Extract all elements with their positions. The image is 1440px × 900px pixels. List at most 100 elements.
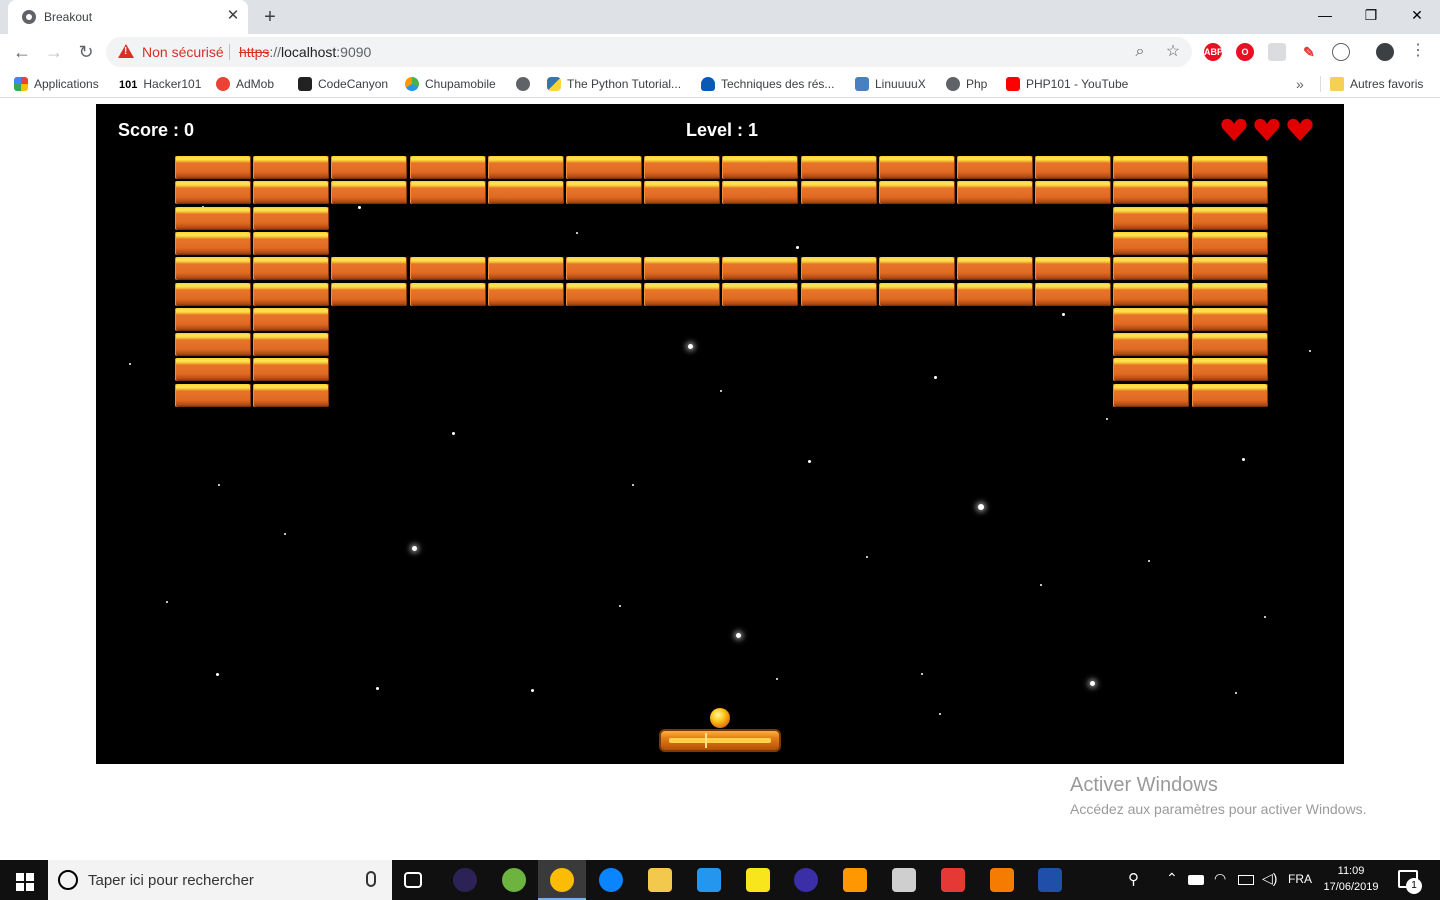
adblock-plus-icon[interactable]: ABP <box>1204 43 1223 61</box>
heart-icon <box>1287 118 1313 141</box>
brick <box>175 257 251 281</box>
eclipse-purple-icon[interactable] <box>794 868 819 892</box>
brick <box>253 358 330 382</box>
brick <box>644 257 721 281</box>
brick <box>487 181 564 205</box>
bookmark-globe[interactable] <box>516 76 536 92</box>
brick <box>487 156 564 179</box>
language-indicator[interactable]: FRA <box>1288 872 1312 886</box>
brick <box>1035 181 1112 205</box>
sticky-notes-icon[interactable] <box>745 868 770 892</box>
system-clock[interactable]: 11:09 17/06/2019 <box>1318 863 1384 895</box>
restore-button[interactable]: ❐ <box>1348 0 1394 30</box>
bookmark-linuuuux[interactable]: LinuuuuX <box>855 76 926 92</box>
bookmark-php[interactable]: Php <box>946 76 987 92</box>
bookmark-applications[interactable]: Applications <box>14 76 99 92</box>
battery-icon[interactable] <box>1238 875 1254 885</box>
star <box>452 432 455 435</box>
star <box>412 546 417 551</box>
star <box>358 206 361 209</box>
extension-icon[interactable] <box>1268 43 1286 61</box>
volume-icon[interactable]: ◁) <box>1262 870 1277 887</box>
bookmark-label: Applications <box>34 77 99 91</box>
taskbar-search[interactable]: Taper ici pour rechercher <box>48 860 392 900</box>
powershell-icon[interactable] <box>1038 868 1063 892</box>
breakout-canvas[interactable]: Score : 0 Level : 1 <box>96 104 1344 764</box>
brick <box>409 156 486 179</box>
docker-icon[interactable] <box>696 868 721 892</box>
brick <box>800 181 877 205</box>
brick <box>722 257 799 281</box>
new-tab-button[interactable]: + <box>258 6 282 28</box>
bookmark-hacker101[interactable]: 101 Hacker101 <box>119 76 201 92</box>
gmail-like-icon[interactable] <box>940 868 965 892</box>
brick <box>175 231 251 255</box>
grafana-like-icon[interactable] <box>989 868 1014 892</box>
paddle[interactable] <box>659 729 781 752</box>
star <box>1264 616 1266 618</box>
file-explorer-icon[interactable] <box>648 868 672 892</box>
globe-icon <box>22 10 36 24</box>
url-host: localhost <box>281 44 337 60</box>
warning-icon[interactable] <box>118 44 134 58</box>
show-hidden-icons-icon[interactable]: ⌃ <box>1166 870 1178 887</box>
bookmark-python-tutorial[interactable]: The Python Tutorial... <box>547 76 681 92</box>
forward-button[interactable]: → <box>42 41 66 63</box>
bookmark-label: Chupamobile <box>425 77 496 91</box>
profile-avatar[interactable] <box>1376 43 1394 61</box>
opera-vpn-icon[interactable]: O <box>1236 43 1254 61</box>
spring-tools-icon[interactable] <box>501 868 526 892</box>
brick <box>331 282 408 306</box>
url-separator: :// <box>269 44 282 60</box>
url-text[interactable]: https://localhost:9090 <box>239 44 371 60</box>
brick <box>253 231 330 255</box>
bookmarks-overflow-button[interactable]: » <box>1296 76 1304 92</box>
bookmark-php101-youtube[interactable]: PHP101 - YouTube <box>1006 76 1128 92</box>
address-bar[interactable]: Non sécurisé https://localhost:9090 ⌕ ☆ <box>106 37 1192 67</box>
bookmark-label: Php <box>966 77 988 91</box>
bookmark-codecanyon[interactable]: CodeCanyon <box>298 76 388 92</box>
microphone-icon[interactable] <box>366 871 376 887</box>
page-content: Score : 0 Level : 1 Activer Windows Accé… <box>0 98 1440 860</box>
bookmark-label: LinuuuuX <box>875 77 926 91</box>
star <box>1106 418 1108 420</box>
tab-breakout[interactable]: Breakout ✕ <box>8 0 248 34</box>
chrome-menu-icon[interactable]: ⋮ <box>1408 41 1428 61</box>
star <box>216 673 219 676</box>
bookmarks-divider <box>1320 76 1321 92</box>
brick <box>1113 257 1190 281</box>
task-view-icon[interactable] <box>404 872 422 888</box>
firefox-icon[interactable] <box>599 868 624 892</box>
bookmark-star-icon[interactable]: ☆ <box>1163 42 1183 62</box>
wifi-icon[interactable]: ◠ <box>1214 870 1226 887</box>
back-button[interactable]: ← <box>10 41 34 63</box>
pen-extension-icon[interactable]: ✎ <box>1300 43 1318 61</box>
brick <box>1191 156 1268 179</box>
zoom-icon[interactable]: ⌕ <box>1130 42 1150 62</box>
brick <box>644 282 721 306</box>
sublime-text-icon[interactable] <box>843 868 868 892</box>
star <box>129 363 131 365</box>
start-button[interactable] <box>0 860 48 900</box>
bookmark-techniques[interactable]: Techniques des rés... <box>701 76 834 92</box>
reload-button[interactable]: ↻ <box>74 41 98 63</box>
bookmark-label: AdMob <box>236 77 275 91</box>
eclipse-icon[interactable] <box>452 868 477 892</box>
hacker101-icon: 101 <box>119 79 138 91</box>
codecanyon-icon <box>298 77 312 91</box>
minimize-button[interactable]: — <box>1302 0 1348 30</box>
url-scheme: https <box>239 44 270 60</box>
paint-icon[interactable] <box>892 868 916 892</box>
brick <box>175 156 251 179</box>
close-tab-icon[interactable]: ✕ <box>224 7 242 25</box>
omnibox-divider <box>229 44 230 60</box>
bookmark-chupamobile[interactable]: Chupamobile <box>405 76 496 92</box>
people-icon[interactable]: ⚲ <box>1128 870 1139 888</box>
security-label[interactable]: Non sécurisé <box>142 44 224 60</box>
close-window-button[interactable]: ✕ <box>1394 0 1440 30</box>
bookmark-admob[interactable]: AdMob <box>216 76 274 92</box>
tampermonkey-icon[interactable] <box>1332 43 1350 61</box>
brick <box>566 156 642 179</box>
docker-tray-icon[interactable] <box>1188 875 1204 885</box>
bookmark-other-folder[interactable]: Autres favoris <box>1330 76 1423 92</box>
